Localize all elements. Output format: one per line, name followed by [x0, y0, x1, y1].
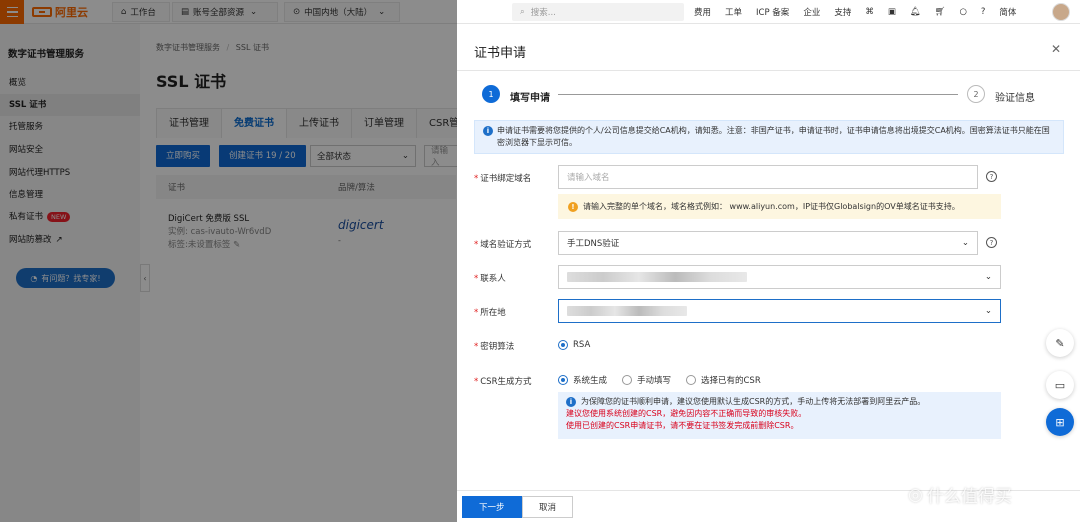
- chevron-down-icon: ⌄: [984, 306, 992, 316]
- help-icon[interactable]: ?: [986, 171, 997, 182]
- chevron-down-icon: ⌄: [961, 238, 969, 248]
- top-link-support[interactable]: 支持: [834, 6, 851, 18]
- cancel-button[interactable]: 取消: [522, 496, 574, 518]
- apps-grid-icon[interactable]: ⊞: [1046, 408, 1074, 436]
- csr-existing-radio[interactable]: 选择已有的CSR: [686, 374, 761, 386]
- cart-icon[interactable]: 🛒︎: [935, 7, 946, 17]
- drawer-divider: [457, 70, 1080, 71]
- radio-checked-icon: [558, 375, 568, 385]
- step-1-label: 填写申请: [510, 93, 550, 104]
- csr-label: * CSR生成方式: [474, 377, 532, 387]
- radio-icon: [686, 375, 696, 385]
- verify-label: * 域名验证方式: [474, 240, 532, 250]
- info-icon: i: [566, 397, 576, 407]
- chat-icon[interactable]: ▭: [1046, 371, 1074, 399]
- screen-icon[interactable]: ▣: [888, 7, 896, 17]
- global-search-input[interactable]: ⌕ 搜索...: [512, 3, 684, 21]
- language-switch[interactable]: 简体: [999, 6, 1016, 18]
- search-icon: ⌕: [520, 7, 525, 17]
- info-icon: i: [483, 126, 493, 136]
- warning-icon: !: [568, 201, 578, 212]
- info-notice: i 申请证书需要将您提供的个人/公司信息提交给CA机构，请知悉。注意：非国产证书…: [474, 120, 1064, 154]
- domain-hint: ! 请输入完整的单个域名，域名格式例如： www.aliyun.com，IP证书…: [558, 194, 1001, 219]
- edit-feedback-icon[interactable]: ✎: [1046, 329, 1074, 357]
- csr-warning-2: 使用已创建的CSR申请证书，请不要在证书签发完成前删除CSR。: [566, 421, 799, 430]
- next-button[interactable]: 下一步: [462, 496, 522, 518]
- contact-select[interactable]: ⌄: [558, 265, 1001, 289]
- watermark-logo-icon: ◎: [908, 484, 923, 505]
- chevron-down-icon: ⌄: [984, 272, 992, 282]
- csr-warning-1: 建议您使用系统创建的CSR，避免因内容不正确而导致的审核失败。: [566, 409, 807, 418]
- csr-manual-radio[interactable]: 手动填写: [622, 374, 671, 386]
- radio-checked-icon: [558, 340, 568, 350]
- lightbulb-icon[interactable]: ○: [959, 7, 966, 17]
- domain-label: * 证书绑定域名: [474, 174, 532, 184]
- terminal-icon[interactable]: ⌘: [865, 7, 874, 17]
- top-link-fees[interactable]: 费用: [694, 6, 711, 18]
- top-link-icp[interactable]: ICP 备案: [756, 6, 789, 18]
- top-link-tickets[interactable]: 工单: [725, 6, 742, 18]
- location-select[interactable]: ⌄: [558, 299, 1001, 323]
- help-icon[interactable]: ?: [986, 237, 997, 248]
- redacted-contact: [567, 272, 747, 282]
- algorithm-rsa-radio[interactable]: RSA: [558, 340, 590, 350]
- csr-info-box: i 为保障您的证书顺利申请，建议您使用默认生成CSR的方式，手动上传将无法部署到…: [558, 392, 1001, 439]
- top-link-enterprise[interactable]: 企业: [803, 6, 820, 18]
- close-icon[interactable]: ✕: [1051, 42, 1061, 56]
- avatar[interactable]: [1052, 3, 1070, 21]
- contact-label: * 联系人: [474, 274, 506, 284]
- algorithm-label: * 密钥算法: [474, 342, 515, 352]
- help-icon[interactable]: ?: [981, 7, 986, 17]
- step-2-label: 验证信息: [995, 93, 1035, 104]
- domain-input[interactable]: 请输入域名: [558, 165, 978, 189]
- csr-system-radio[interactable]: 系统生成: [558, 374, 607, 386]
- watermark: ◎ 什么值得买: [908, 484, 1012, 508]
- modal-overlay[interactable]: [0, 0, 457, 522]
- location-label: * 所在地: [474, 308, 506, 318]
- verify-method-select[interactable]: 手工DNS验证 ⌄: [558, 231, 978, 255]
- drawer-title: 证书申请: [474, 46, 527, 61]
- redacted-location: [567, 306, 687, 316]
- bell-icon[interactable]: 🔔︎: [910, 7, 921, 17]
- top-links: 费用 工单 ICP 备案 企业 支持 ⌘ ▣ 🔔︎ 🛒︎ ○ ? 简体: [694, 0, 1016, 24]
- radio-icon: [622, 375, 632, 385]
- step-connector: [558, 94, 958, 95]
- step-1-circle: 1: [482, 85, 500, 103]
- step-2-circle: 2: [967, 85, 985, 103]
